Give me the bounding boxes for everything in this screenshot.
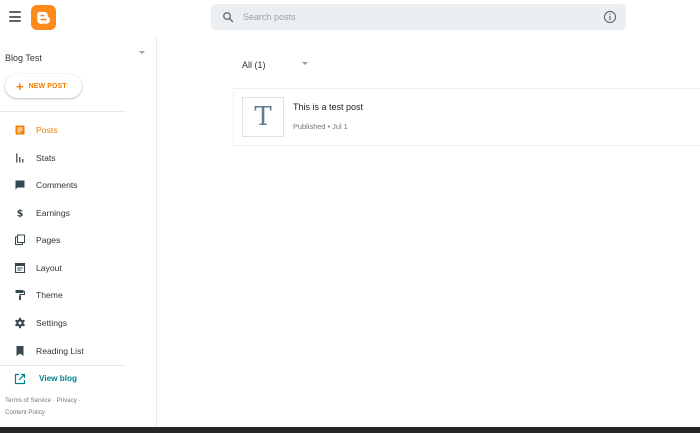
sidebar-item-theme[interactable]: Theme [0, 285, 156, 305]
pages-icon [15, 234, 25, 245]
post-status: Published • Jul 1 [293, 122, 348, 131]
post-title[interactable]: This is a test post [293, 102, 363, 112]
sidebar-item-label: Stats [36, 153, 56, 163]
footer-links: Terms of Service · Privacy · Content Pol… [5, 395, 81, 419]
blogger-dashboard: Blog Test + NEW POST Posts Sta [0, 0, 700, 433]
chevron-down-icon [302, 62, 308, 65]
bookmark-icon [16, 346, 24, 356]
sidebar-item-label: Settings [36, 318, 68, 328]
svg-text:$: $ [17, 209, 24, 220]
blogger-logo[interactable] [31, 5, 56, 30]
post-thumbnail: T [242, 97, 284, 137]
new-post-label: NEW POST [28, 82, 67, 90]
sidebar-item-label: Pages [36, 235, 61, 245]
layout-icon [14, 262, 26, 274]
divider [0, 365, 126, 366]
hamburger-menu-icon[interactable] [9, 11, 21, 23]
sidebar-item-stats[interactable]: Stats [0, 148, 156, 168]
content-policy-link[interactable]: Content Policy [5, 409, 45, 416]
sidebar-item-comments[interactable]: Comments [0, 175, 156, 195]
sidebar-item-settings[interactable]: Settings [0, 313, 156, 333]
sidebar-item-label: Posts [36, 125, 58, 135]
blog-name: Blog Test [5, 53, 42, 63]
post-thumbnail-letter: T [254, 102, 272, 132]
gear-icon [15, 317, 25, 329]
posts-icon [15, 125, 25, 135]
sidebar-item-posts[interactable]: Posts [0, 120, 156, 140]
bottom-edge-bar [0, 427, 700, 433]
top-app-bar [0, 0, 700, 36]
chevron-down-icon [139, 51, 145, 54]
sidebar-item-label: Theme [36, 290, 63, 300]
sidebar-item-reading-list[interactable]: Reading List [0, 341, 156, 361]
info-icon[interactable] [603, 10, 617, 24]
privacy-link[interactable]: Privacy [57, 397, 77, 404]
post-filter-dropdown[interactable]: All (1) [242, 58, 308, 72]
dollar-icon: $ [17, 209, 24, 220]
sidebar-item-pages[interactable]: Pages [0, 230, 156, 250]
sidebar-item-layout[interactable]: Layout [0, 258, 156, 278]
terms-link[interactable]: Terms of Service [5, 397, 51, 404]
separator: · [78, 397, 81, 404]
stats-icon [16, 153, 24, 163]
plus-icon: + [16, 78, 24, 94]
blogger-b-icon [37, 11, 50, 24]
post-list-item[interactable]: T This is a test post Published • Jul 1 [233, 88, 700, 146]
search-icon[interactable] [222, 11, 234, 23]
sidebar-item-label: Reading List [36, 346, 84, 356]
sidebar-item-label: Layout [36, 263, 62, 273]
sidebar-item-earnings[interactable]: $ Earnings [0, 203, 156, 223]
open-external-icon [14, 373, 26, 385]
blog-selector[interactable]: Blog Test [5, 48, 145, 63]
sidebar-item-label: Comments [36, 180, 78, 190]
comments-icon [15, 180, 25, 190]
new-post-button[interactable]: + NEW POST [5, 74, 82, 98]
view-blog-link[interactable]: View blog [0, 369, 156, 389]
divider [0, 111, 126, 112]
sidebar: Blog Test + NEW POST Posts Stats Comment… [0, 36, 157, 427]
view-blog-label: View blog [39, 374, 78, 383]
paint-roller-icon [15, 290, 25, 300]
search-input[interactable] [243, 7, 573, 27]
sidebar-item-label: Earnings [36, 208, 70, 218]
separator: · [52, 397, 55, 404]
filter-label: All (1) [242, 60, 266, 70]
search-bar [211, 4, 626, 30]
